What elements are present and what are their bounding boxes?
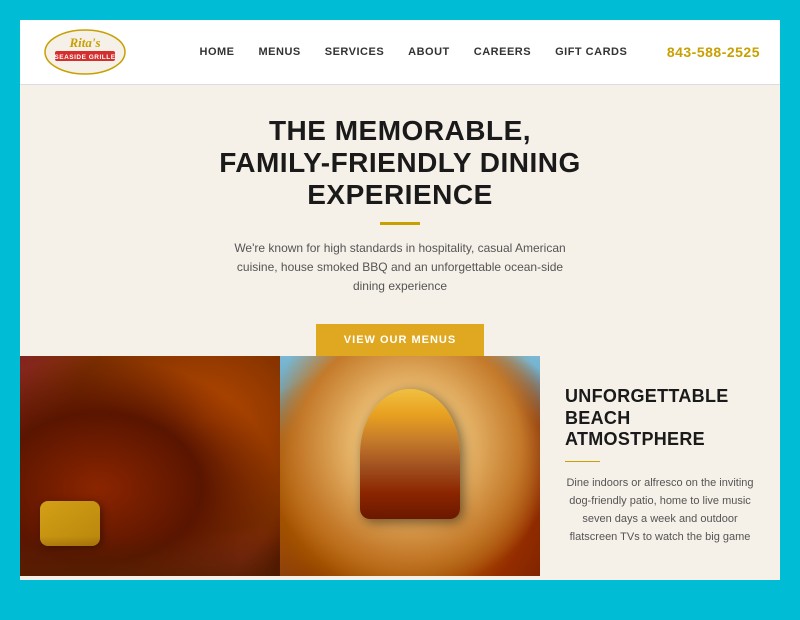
hero-title-line2: FAMILY-FRIENDLY DINING — [219, 147, 581, 178]
nav-gift-cards[interactable]: GIFT CARDS — [555, 46, 627, 58]
page-wrapper: Rita's SEASIDE GRILLE HOME MENUS SERVICE… — [20, 20, 780, 580]
view-menus-button[interactable]: VIEW OUR MENUS — [316, 324, 484, 356]
food-image-right — [280, 356, 540, 576]
hero-description: We're known for high standards in hospit… — [230, 239, 570, 297]
info-divider — [565, 461, 600, 462]
nav-menus[interactable]: MENUS — [259, 46, 301, 58]
hero-title-line3: EXPERIENCE — [307, 179, 493, 210]
nav-careers[interactable]: CAREERS — [474, 46, 531, 58]
phone-number[interactable]: 843-588-2525 — [667, 44, 760, 60]
food-images — [20, 356, 540, 576]
nav-links: HOME MENUS SERVICES ABOUT CAREERS GIFT C… — [200, 46, 628, 58]
svg-text:Rita's: Rita's — [68, 35, 100, 50]
info-title-line1: UNFORGETTABLE — [565, 386, 729, 406]
cta-wrapper: VIEW OUR MENUS — [20, 324, 780, 356]
burger-image — [280, 356, 540, 576]
hero-section: THE MEMORABLE, FAMILY-FRIENDLY DINING EX… — [20, 85, 780, 334]
food-image-left — [20, 356, 280, 576]
hero-divider — [380, 222, 420, 225]
info-description: Dine indoors or alfresco on the inviting… — [565, 474, 755, 547]
logo-area: Rita's SEASIDE GRILLE — [40, 27, 160, 77]
svg-text:SEASIDE GRILLE: SEASIDE GRILLE — [54, 54, 115, 61]
info-title: UNFORGETTABLE BEACH ATMOSTPHERE — [565, 386, 755, 451]
hero-title-line1: THE MEMORABLE, — [269, 115, 531, 146]
logo: Rita's SEASIDE GRILLE — [40, 27, 130, 77]
header: Rita's SEASIDE GRILLE HOME MENUS SERVICE… — [20, 20, 780, 85]
bottom-section: UNFORGETTABLE BEACH ATMOSTPHERE Dine ind… — [20, 356, 780, 576]
nav-about[interactable]: ABOUT — [408, 46, 450, 58]
nav-home[interactable]: HOME — [200, 46, 235, 58]
hero-title: THE MEMORABLE, FAMILY-FRIENDLY DINING EX… — [40, 115, 760, 212]
info-panel: UNFORGETTABLE BEACH ATMOSTPHERE Dine ind… — [540, 356, 780, 576]
info-title-line2: BEACH ATMOSTPHERE — [565, 408, 705, 450]
nav-services[interactable]: SERVICES — [325, 46, 384, 58]
wings-image — [20, 356, 280, 576]
